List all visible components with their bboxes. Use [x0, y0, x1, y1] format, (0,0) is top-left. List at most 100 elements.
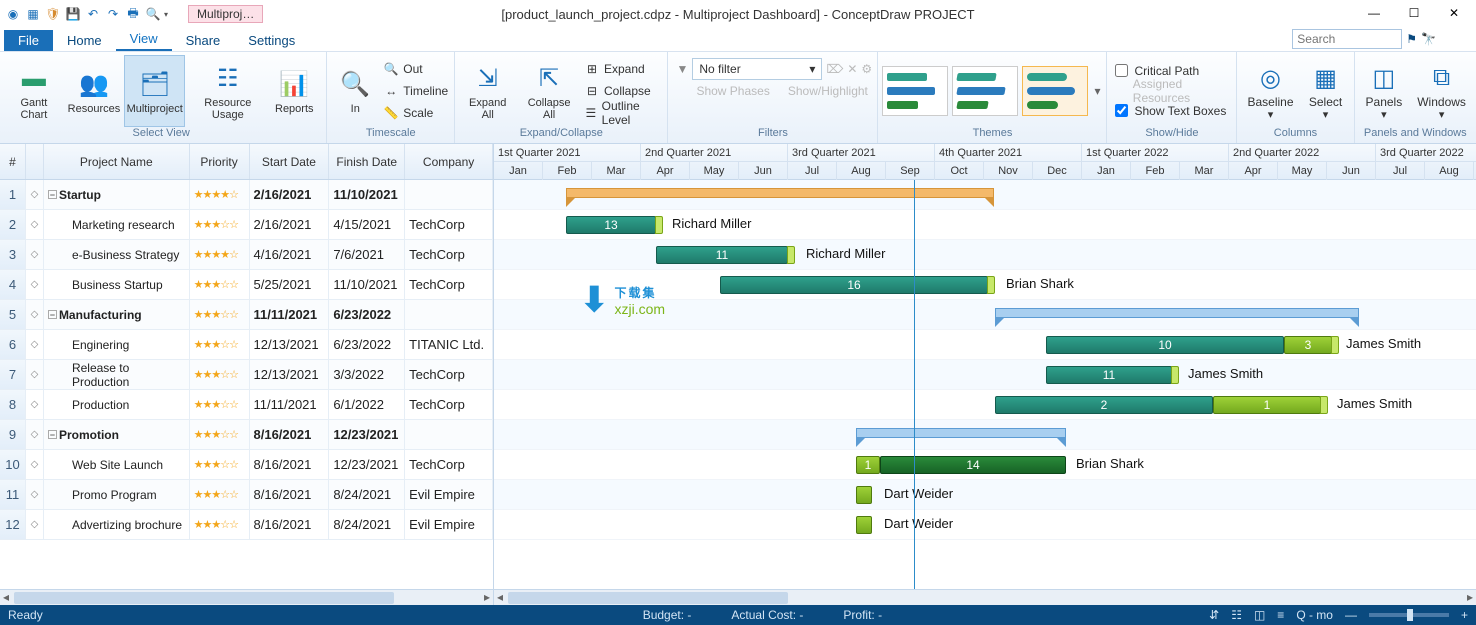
- table-row[interactable]: 7◇Release to Production★★★☆☆12/13/20213/…: [0, 360, 493, 390]
- row-start[interactable]: 8/16/2021: [250, 450, 330, 479]
- row-finish[interactable]: 8/24/2021: [329, 480, 405, 509]
- row-start[interactable]: 12/13/2021: [250, 330, 330, 359]
- month-cell[interactable]: Jul: [1376, 162, 1425, 180]
- month-cell[interactable]: May: [690, 162, 739, 180]
- row-start[interactable]: 2/16/2021: [250, 180, 330, 209]
- filter-x-icon[interactable]: ✕: [847, 62, 857, 76]
- theme-1[interactable]: [882, 66, 948, 116]
- filter-gear-icon[interactable]: ⚙: [861, 62, 872, 76]
- ribbon-windows[interactable]: ⧉Windows ▾: [1411, 55, 1472, 127]
- gantt-bar-website-a[interactable]: 1: [856, 456, 880, 474]
- goto-icon[interactable]: ⚑: [1406, 32, 1417, 46]
- collapse-toggle-icon[interactable]: −: [48, 190, 57, 199]
- col-num[interactable]: #: [0, 144, 26, 179]
- gantt-bar-website-b[interactable]: 14: [880, 456, 1066, 474]
- row-start[interactable]: 2/16/2021: [250, 210, 330, 239]
- new-icon[interactable]: ▦: [24, 5, 42, 23]
- row-start[interactable]: 8/16/2021: [250, 510, 330, 539]
- status-icon-2[interactable]: ☷: [1231, 608, 1242, 622]
- status-icon-3[interactable]: ◫: [1254, 608, 1265, 622]
- row-finish[interactable]: 7/6/2021: [329, 240, 405, 269]
- row-start[interactable]: 11/11/2021: [250, 390, 330, 419]
- row-start[interactable]: 5/25/2021: [250, 270, 330, 299]
- month-cell[interactable]: Feb: [543, 162, 592, 180]
- table-row[interactable]: 9◇− Promotion★★★☆☆8/16/202112/23/2021: [0, 420, 493, 450]
- row-name[interactable]: Production: [44, 390, 190, 419]
- row-name[interactable]: Web Site Launch: [44, 450, 190, 479]
- grid-body[interactable]: 1◇− Startup★★★★☆2/16/202111/10/20212◇Mar…: [0, 180, 493, 589]
- row-flag-icon[interactable]: ◇: [26, 210, 44, 239]
- ribbon-select[interactable]: ▦Select ▾: [1302, 55, 1350, 127]
- row-priority[interactable]: ★★★☆☆: [190, 390, 250, 419]
- row-finish[interactable]: 8/24/2021: [329, 510, 405, 539]
- ribbon-zoom-out[interactable]: 🔍Out: [381, 58, 450, 80]
- month-cell[interactable]: Jun: [1327, 162, 1376, 180]
- row-flag-icon[interactable]: ◇: [26, 360, 44, 389]
- gantt-bar-production-b[interactable]: 1: [1213, 396, 1321, 414]
- chk-text-boxes[interactable]: Show Text Boxes: [1111, 101, 1232, 121]
- row-priority[interactable]: ★★★☆☆: [190, 510, 250, 539]
- row-company[interactable]: TechCorp: [405, 450, 493, 479]
- menu-file[interactable]: File: [4, 30, 53, 51]
- row-flag-icon[interactable]: ◇: [26, 330, 44, 359]
- ribbon-collapse-all[interactable]: ⇱Collapse All: [518, 55, 580, 127]
- month-cell[interactable]: Aug: [837, 162, 886, 180]
- theme-more-icon[interactable]: ▾: [1092, 84, 1102, 98]
- ribbon-reports[interactable]: 📊Reports: [270, 55, 318, 127]
- row-flag-icon[interactable]: ◇: [26, 390, 44, 419]
- month-cell[interactable]: Mar: [592, 162, 641, 180]
- row-finish[interactable]: 4/15/2021: [329, 210, 405, 239]
- row-company[interactable]: [405, 420, 493, 449]
- gantt-scrollbar[interactable]: ◂ ▸: [494, 589, 1476, 605]
- table-row[interactable]: 8◇Production★★★☆☆11/11/20216/1/2022TechC…: [0, 390, 493, 420]
- row-company[interactable]: TechCorp: [405, 240, 493, 269]
- save-icon[interactable]: 💾: [64, 5, 82, 23]
- row-company[interactable]: TechCorp: [405, 210, 493, 239]
- row-company[interactable]: Evil Empire: [405, 480, 493, 509]
- status-icon-1[interactable]: ⇵: [1209, 608, 1219, 622]
- row-flag-icon[interactable]: ◇: [26, 270, 44, 299]
- row-start[interactable]: 11/11/2021: [250, 300, 330, 329]
- month-cell[interactable]: Jan: [1082, 162, 1131, 180]
- month-cell[interactable]: Nov: [984, 162, 1033, 180]
- table-row[interactable]: 5◇− Manufacturing★★★☆☆11/11/20216/23/202…: [0, 300, 493, 330]
- zoom-slider[interactable]: [1369, 613, 1449, 617]
- gantt-bar-production-a[interactable]: 2: [995, 396, 1213, 414]
- row-start[interactable]: 4/16/2021: [250, 240, 330, 269]
- app-icon[interactable]: ◉: [4, 5, 22, 23]
- gantt-bar-promo[interactable]: [856, 486, 872, 504]
- row-finish[interactable]: 12/23/2021: [329, 450, 405, 479]
- row-company[interactable]: TechCorp: [405, 270, 493, 299]
- row-priority[interactable]: ★★★☆☆: [190, 360, 250, 389]
- theme-3[interactable]: [1022, 66, 1088, 116]
- gantt-bar-startup[interactable]: 16: [720, 276, 988, 294]
- row-name[interactable]: − Manufacturing: [44, 300, 190, 329]
- month-cell[interactable]: Jul: [788, 162, 837, 180]
- zoom-in-icon[interactable]: +: [1461, 608, 1468, 622]
- ribbon-gantt-chart[interactable]: ▬Gantt Chart: [4, 55, 64, 127]
- row-flag-icon[interactable]: ◇: [26, 240, 44, 269]
- row-priority[interactable]: ★★★☆☆: [190, 300, 250, 329]
- quarter-cell[interactable]: 2nd Quarter 2022: [1229, 144, 1376, 161]
- quarter-cell[interactable]: 4th Quarter 2021: [935, 144, 1082, 161]
- table-row[interactable]: 10◇Web Site Launch★★★☆☆8/16/202112/23/20…: [0, 450, 493, 480]
- month-cell[interactable]: Mar: [1180, 162, 1229, 180]
- row-finish[interactable]: 6/1/2022: [329, 390, 405, 419]
- col-start[interactable]: Start Date: [250, 144, 330, 179]
- row-name[interactable]: Advertizing brochure: [44, 510, 190, 539]
- gantt-bar-engineering-b[interactable]: 3: [1284, 336, 1332, 354]
- col-finish[interactable]: Finish Date: [329, 144, 405, 179]
- table-row[interactable]: 1◇− Startup★★★★☆2/16/202111/10/2021: [0, 180, 493, 210]
- shield-icon[interactable]: 🛡: [44, 5, 62, 23]
- row-priority[interactable]: ★★★☆☆: [190, 450, 250, 479]
- ribbon-resource-usage[interactable]: ☷Resource Usage: [187, 55, 268, 127]
- collapse-toggle-icon[interactable]: −: [48, 430, 57, 439]
- row-finish[interactable]: 11/10/2021: [329, 180, 405, 209]
- quarter-cell[interactable]: 1st Quarter 2021: [494, 144, 641, 161]
- gantt-summary-startup[interactable]: [566, 188, 994, 198]
- quarter-cell[interactable]: 1st Quarter 2022: [1082, 144, 1229, 161]
- ribbon-outline-level[interactable]: ☰Outline Level: [582, 102, 663, 124]
- table-row[interactable]: 4◇Business Startup★★★☆☆5/25/202111/10/20…: [0, 270, 493, 300]
- month-cell[interactable]: Apr: [1229, 162, 1278, 180]
- month-cell[interactable]: May: [1278, 162, 1327, 180]
